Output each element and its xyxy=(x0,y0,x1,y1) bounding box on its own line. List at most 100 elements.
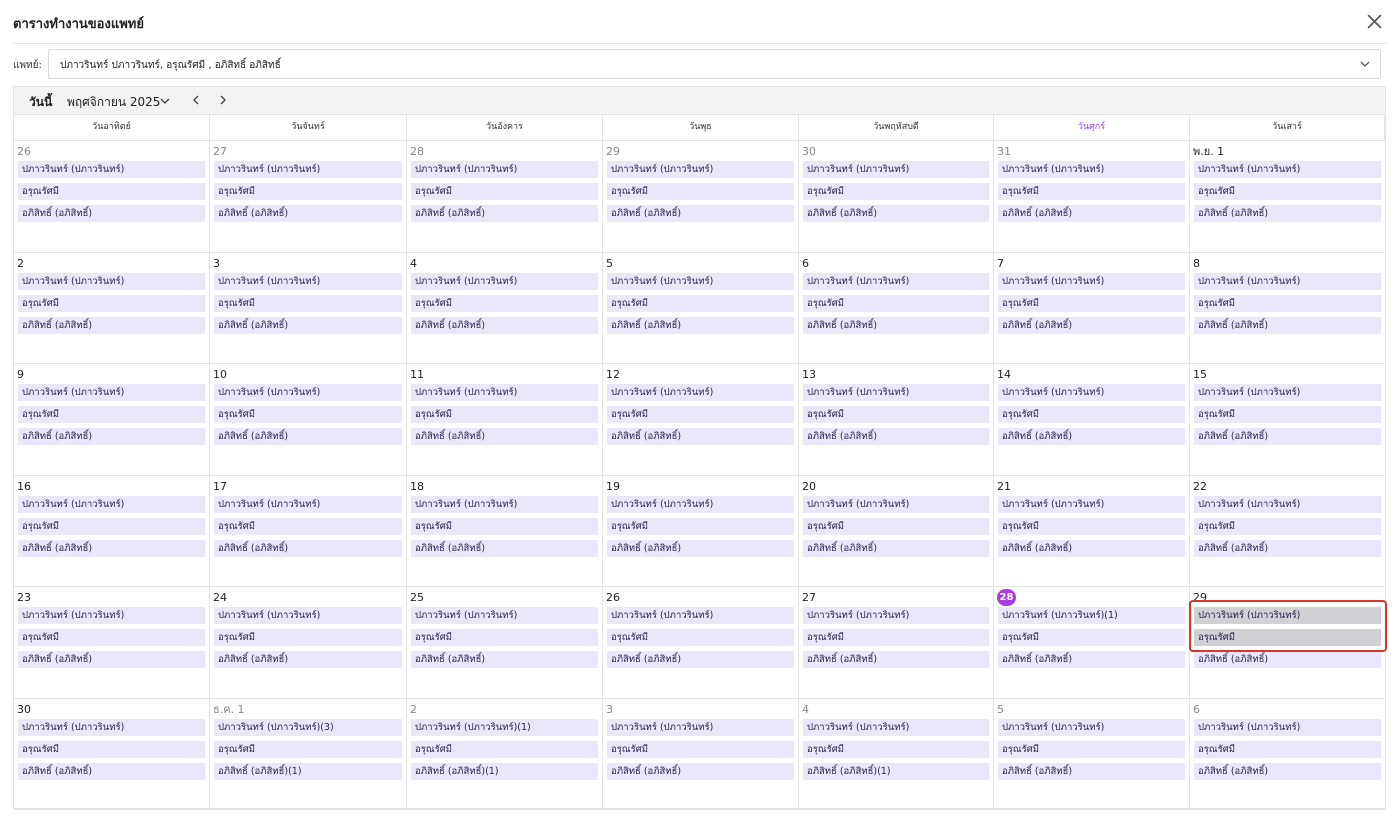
calendar-event[interactable]: อรุณรัศมี xyxy=(18,740,205,758)
calendar-event[interactable]: อรุณรัศมี xyxy=(214,183,402,200)
calendar-event[interactable]: อรุณรัศมี xyxy=(607,740,794,758)
calendar-event[interactable]: ปภาวรินทร์ (ปภาวรินทร์) xyxy=(411,384,598,401)
calendar-event[interactable]: อภิสิทธิ์ (อภิสิทธิ์) xyxy=(18,205,205,222)
calendar-event[interactable]: อภิสิทธิ์ (อภิสิทธิ์) xyxy=(214,205,402,222)
day-cell[interactable]: 11 ปภาวรินทร์ (ปภาวรินทร์) อรุณรัศมี อภิสิท… xyxy=(407,364,603,476)
today-date-number[interactable]: 28 xyxy=(997,589,1016,606)
calendar-event[interactable]: อภิสิทธิ์ (อภิสิทธิ์) xyxy=(998,316,1185,334)
date-number[interactable]: 24 xyxy=(213,590,227,606)
calendar-event[interactable]: อรุณรัศมี xyxy=(607,517,794,535)
date-number[interactable]: 18 xyxy=(410,479,424,495)
day-cell[interactable]: 7 ปภาวรินทร์ (ปภาวรินทร์) อรุณรัศมี อภิสิทธ… xyxy=(994,252,1190,364)
date-number[interactable]: 29 xyxy=(606,144,620,160)
calendar-event[interactable]: อภิสิทธิ์ (อภิสิทธิ์) xyxy=(803,316,989,334)
calendar-event[interactable]: อภิสิทธิ์ (อภิสิทธิ์) xyxy=(803,205,989,222)
day-cell[interactable]: 29 ปภาวรินทร์ (ปภาวรินทร์) อรุณรัศมี อภิสิท… xyxy=(603,141,799,253)
calendar-event[interactable]: อรุณรัศมี xyxy=(998,517,1185,535)
calendar-event[interactable]: ปภาวรินทร์ (ปภาวรินทร์) xyxy=(18,495,205,513)
calendar-event[interactable]: อรุณรัศมี xyxy=(607,406,794,423)
calendar-event[interactable]: อภิสิทธิ์ (อภิสิทธิ์) xyxy=(607,316,794,334)
day-cell[interactable]: 26 ปภาวรินทร์ (ปภาวรินทร์) อรุณรัศมี อภิสิท… xyxy=(14,141,210,253)
calendar-event[interactable]: ปภาวรินทร์ (ปภาวรินทร์) xyxy=(607,161,794,178)
calendar-event[interactable]: อรุณรัศมี xyxy=(214,740,402,758)
calendar-event[interactable]: อภิสิทธิ์ (อภิสิทธิ์) xyxy=(998,539,1185,557)
date-number[interactable]: 19 xyxy=(606,479,620,495)
date-number[interactable]: 25 xyxy=(410,590,424,606)
calendar-event[interactable]: อรุณรัศมี xyxy=(411,406,598,423)
date-number[interactable]: 13 xyxy=(802,367,816,383)
calendar-event[interactable]: อรุณรัศมี xyxy=(607,629,794,646)
calendar-event[interactable]: อภิสิทธิ์ (อภิสิทธิ์) xyxy=(607,539,794,557)
calendar-event[interactable]: อภิสิทธิ์ (อภิสิทธิ์) xyxy=(411,651,598,668)
today-button[interactable]: วันนี้ xyxy=(29,93,52,112)
calendar-event[interactable]: ปภาวรินทร์ (ปภาวรินทร์) xyxy=(803,607,989,624)
date-number[interactable]: 5 xyxy=(606,256,613,272)
day-cell[interactable]: 25 ปภาวรินทร์ (ปภาวรินทร์) อรุณรัศมี อภิสิท… xyxy=(407,587,603,699)
calendar-event[interactable]: ปภาวรินทร์ (ปภาวรินทร์) xyxy=(607,718,794,736)
day-cell[interactable]: 4 ปภาวรินทร์ (ปภาวรินทร์) อรุณรัศมี อภิสิทธ… xyxy=(407,252,603,364)
calendar-event[interactable]: อรุณรัศมี xyxy=(1194,183,1381,200)
day-cell[interactable]: 8 ปภาวรินทร์ (ปภาวรินทร์) อรุณรัศมี อภิสิทธ… xyxy=(1190,253,1385,364)
calendar-event[interactable]: อรุณรัศมี xyxy=(607,183,794,200)
calendar-event[interactable]: ปภาวรินทร์ (ปภาวรินทร์) xyxy=(1194,718,1381,736)
calendar-event[interactable]: อรุณรัศมี xyxy=(803,406,989,423)
calendar-event[interactable]: ปภาวรินทร์ (ปภาวรินทร์) xyxy=(18,384,205,401)
doctor-select[interactable]: ปภาวรินทร์ ปภาวรินทร์, อรุณรัศมี , อภิสิ… xyxy=(48,49,1381,79)
day-cell[interactable]: 27 ปภาวรินทร์ (ปภาวรินทร์) อรุณรัศมี อภิสิท… xyxy=(210,141,407,253)
calendar-event[interactable]: อภิสิทธิ์ (อภิสิทธิ์)(1) xyxy=(214,762,402,780)
day-cell[interactable]: 5 ปภาวรินทร์ (ปภาวรินทร์) อรุณรัศมี อภิสิทธ… xyxy=(994,698,1190,810)
calendar-event[interactable]: ปภาวรินทร์ (ปภาวรินทร์) xyxy=(214,384,402,401)
day-cell[interactable]: 5 ปภาวรินทร์ (ปภาวรินทร์) อรุณรัศมี อภิสิทธ… xyxy=(603,252,799,364)
date-number[interactable]: 4 xyxy=(802,702,809,718)
calendar-event[interactable]: อภิสิทธิ์ (อภิสิทธิ์) xyxy=(18,316,205,334)
calendar-event[interactable]: อรุณรัศมี xyxy=(18,406,205,423)
calendar-event[interactable]: อภิสิทธิ์ (อภิสิทธิ์)(1) xyxy=(803,762,989,780)
calendar-event[interactable]: อรุณรัศมี xyxy=(18,183,205,200)
day-cell[interactable]: 9 ปภาวรินทร์ (ปภาวรินทร์) อรุณรัศมีอภิสิทธ… xyxy=(14,364,210,476)
day-cell[interactable]: 2 ปภาวรินทร์ (ปภาวรินทร์)(1) อรุณรัศมี อภิส… xyxy=(407,698,603,810)
calendar-event[interactable]: อรุณรัศมี xyxy=(411,183,598,200)
date-number[interactable]: 30 xyxy=(802,144,816,160)
calendar-event[interactable]: อภิสิทธิ์ (อภิสิทธิ์) xyxy=(18,428,205,445)
calendar-event[interactable]: อรุณรัศมี xyxy=(1194,740,1381,758)
date-number[interactable]: 26 xyxy=(606,590,620,606)
calendar-event[interactable]: อรุณรัศมี xyxy=(803,294,989,312)
calendar-event[interactable]: อรุณรัศมี xyxy=(998,406,1185,423)
date-number[interactable]: 3 xyxy=(606,702,613,718)
calendar-event[interactable]: ปภาวรินทร์ (ปภาวรินทร์) xyxy=(18,272,205,290)
date-number[interactable]: 17 xyxy=(213,479,227,495)
calendar-event[interactable]: ปภาวรินทร์ (ปภาวรินทร์)(1) xyxy=(998,607,1185,624)
calendar-event[interactable]: อรุณรัศมี xyxy=(1194,294,1381,312)
day-cell[interactable]: 18 ปภาวรินทร์ (ปภาวรินทร์) อรุณรัศมี อภิสิท… xyxy=(407,475,603,587)
calendar-event[interactable]: ปภาวรินทร์ (ปภาวรินทร์) xyxy=(607,607,794,624)
calendar-event[interactable]: อภิสิทธิ์ (อภิสิทธิ์) xyxy=(998,651,1185,668)
day-cell[interactable]: 28 ปภาวรินทร์ (ปภาวรินทร์) อรุณรัศมี อภิสิท… xyxy=(407,141,603,253)
calendar-event[interactable]: ปภาวรินทร์ (ปภาวรินทร์) xyxy=(607,272,794,290)
date-number[interactable]: 9 xyxy=(17,367,24,383)
calendar-event[interactable]: อภิสิทธิ์ (อภิสิทธิ์) xyxy=(998,762,1185,780)
date-number[interactable]: พ.ย. 1 xyxy=(1193,144,1224,160)
date-number[interactable]: 6 xyxy=(802,256,809,272)
date-number[interactable]: 3 xyxy=(213,256,220,272)
day-cell[interactable]: 6 ปภาวรินทร์ (ปภาวรินทร์) อรุณรัศมี อภิสิทธ… xyxy=(1190,699,1385,810)
calendar-event[interactable]: อภิสิทธิ์ (อภิสิทธิ์) xyxy=(998,428,1185,445)
calendar-event[interactable]: อรุณรัศมี xyxy=(18,294,205,312)
calendar-event[interactable]: ปภาวรินทร์ (ปภาวรินทร์)(1) xyxy=(411,718,598,736)
calendar-event[interactable]: ปภาวรินทร์ (ปภาวรินทร์) xyxy=(1194,272,1381,290)
calendar-event[interactable]: อรุณรัศมี xyxy=(214,517,402,535)
day-cell[interactable]: 4 ปภาวรินทร์ (ปภาวรินทร์) อรุณรัศมี อภิสิทธ… xyxy=(799,698,994,810)
calendar-event[interactable]: อภิสิทธิ์ (อภิสิทธิ์) xyxy=(214,428,402,445)
calendar-event[interactable]: อรุณรัศมี xyxy=(803,183,989,200)
calendar-event[interactable]: ปภาวรินทร์ (ปภาวรินทร์) xyxy=(411,272,598,290)
calendar-event[interactable]: ปภาวรินทร์ (ปภาวรินทร์) xyxy=(803,272,989,290)
calendar-event[interactable]: ปภาวรินทร์ (ปภาวรินทร์) xyxy=(998,161,1185,178)
day-cell[interactable]: 3 ปภาวรินทร์ (ปภาวรินทร์) อรุณรัศมี อภิสิทธ… xyxy=(210,252,407,364)
day-cell[interactable]: 14 ปภาวรินทร์ (ปภาวรินทร์) อรุณรัศมี อภิสิท… xyxy=(994,364,1190,476)
calendar-event[interactable]: อรุณรัศมี xyxy=(411,517,598,535)
calendar-event[interactable]: อรุณรัศมี xyxy=(998,740,1185,758)
date-number[interactable]: 30 xyxy=(17,702,31,718)
calendar-event[interactable]: อรุณรัศมี xyxy=(1194,517,1381,535)
calendar-event[interactable]: อภิสิทธิ์ (อภิสิทธิ์) xyxy=(1194,428,1381,445)
calendar-event[interactable]: ปภาวรินทร์ (ปภาวรินทร์) xyxy=(411,607,598,624)
day-cell[interactable]: 13 ปภาวรินทร์ (ปภาวรินทร์) อรุณรัศมี อภิสิท… xyxy=(799,364,994,476)
